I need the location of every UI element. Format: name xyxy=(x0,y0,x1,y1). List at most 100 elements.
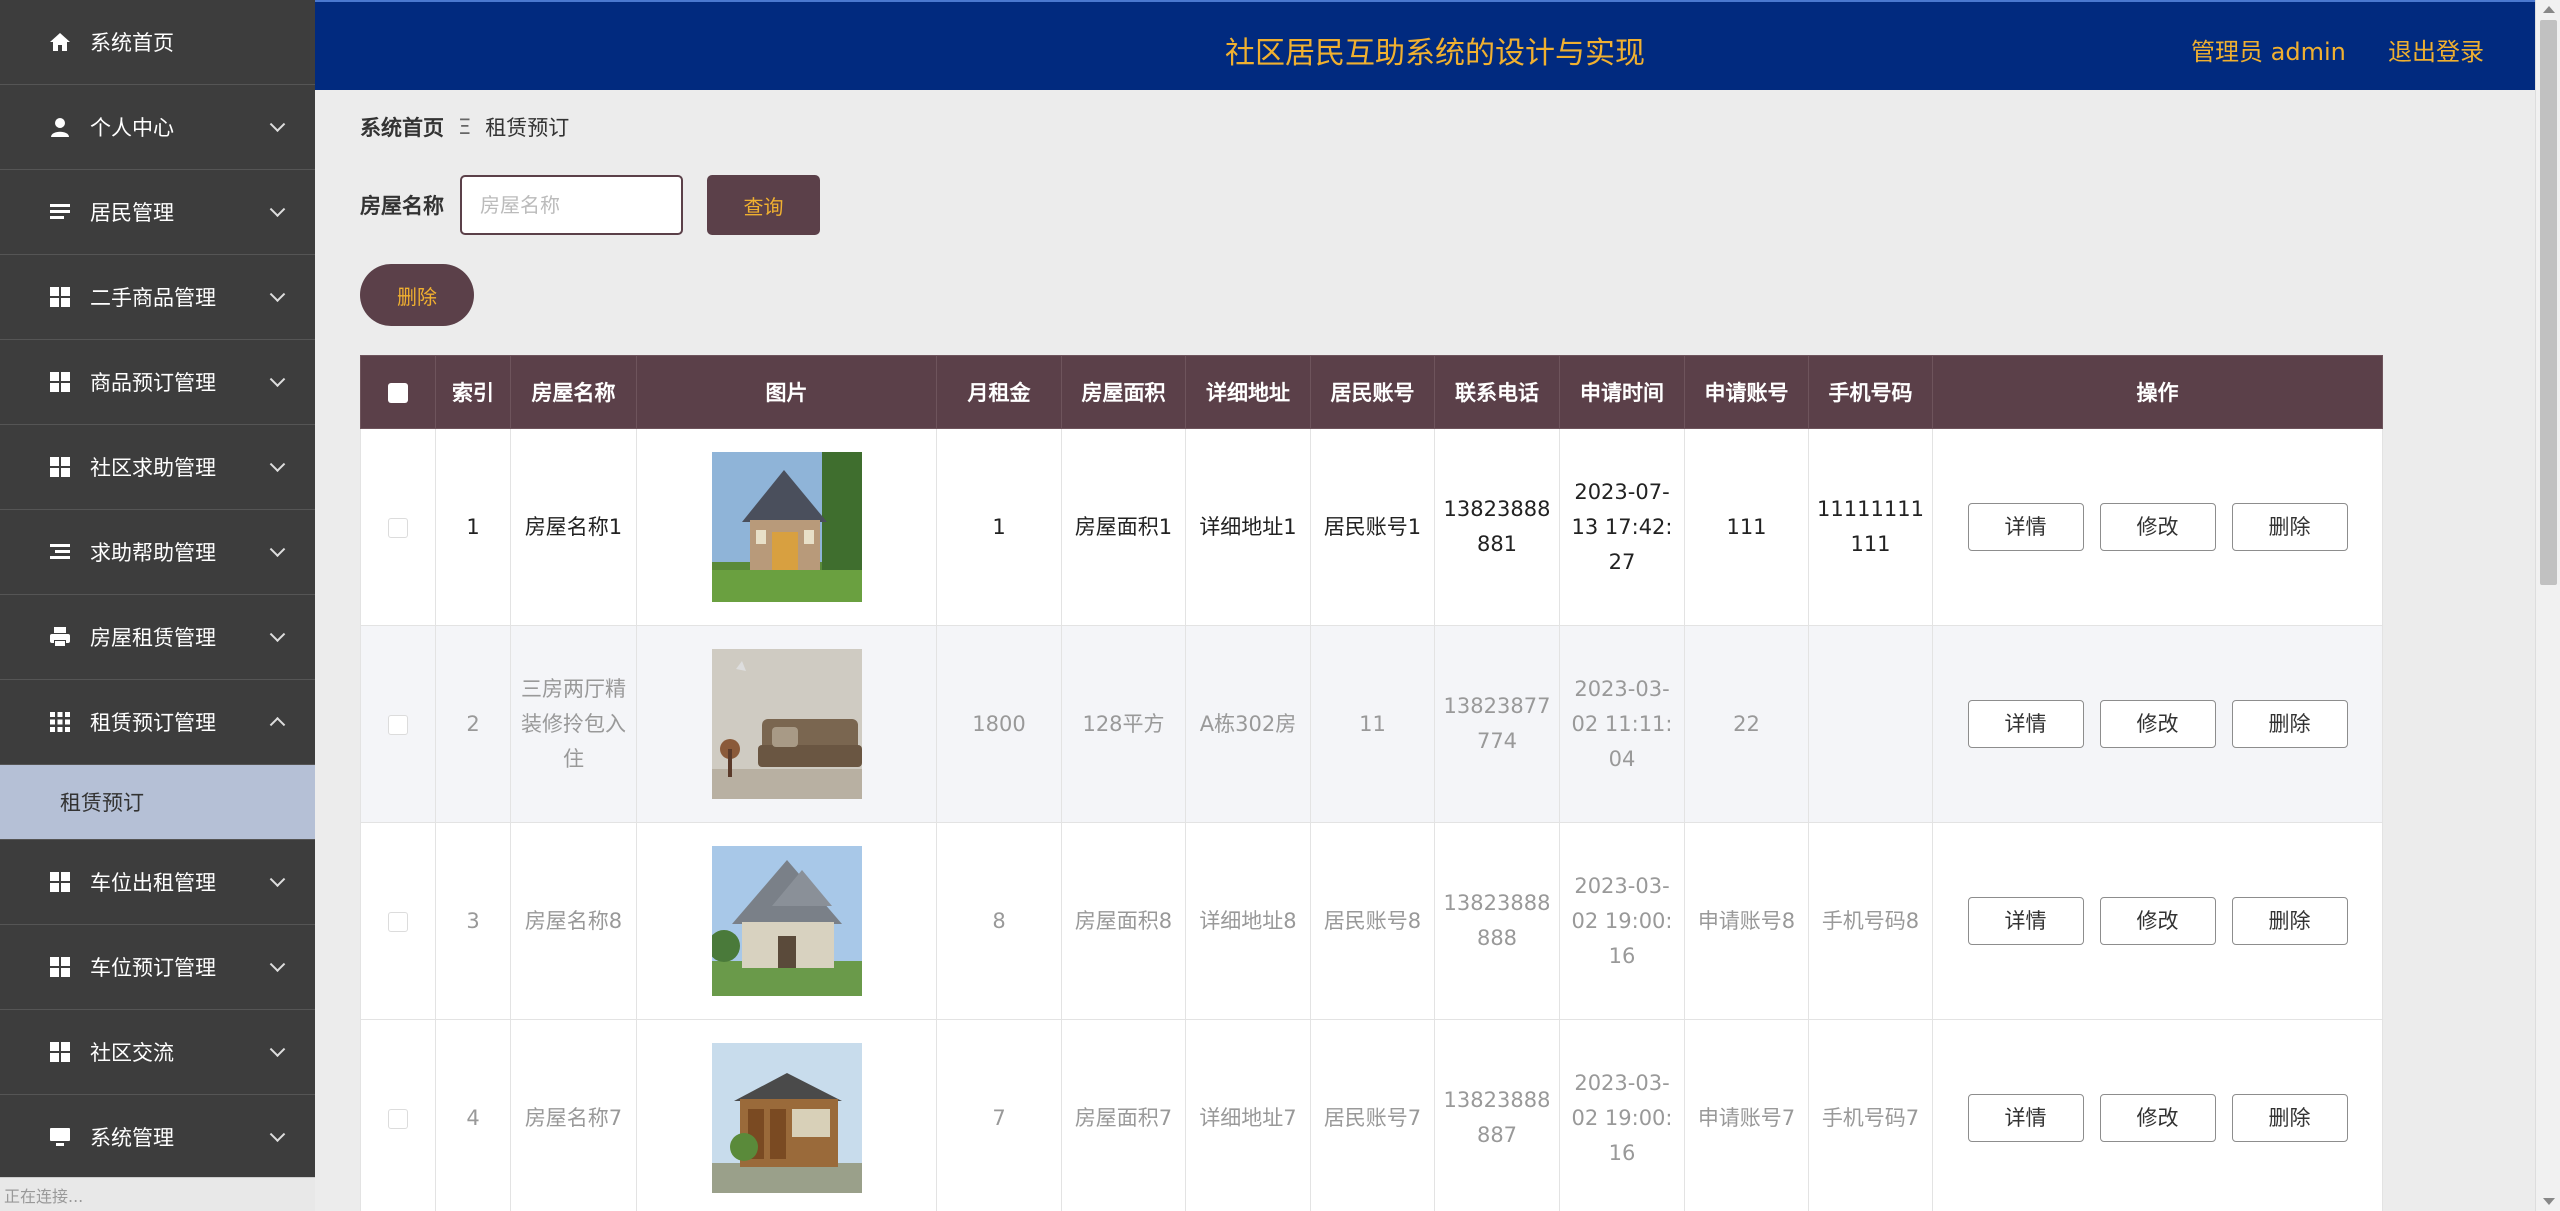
row-select-cell xyxy=(360,822,436,1020)
edit-button[interactable]: 修改 xyxy=(2099,1094,2216,1142)
phone-cell: 13823888888 xyxy=(1434,822,1560,1020)
sidebar-item-label: 系统首页 xyxy=(90,31,174,55)
chevron-down-icon xyxy=(269,626,286,643)
batch-delete-button[interactable]: 删除 xyxy=(360,264,474,326)
detail-button[interactable]: 详情 xyxy=(1967,503,2084,551)
column-header: 操作 xyxy=(1932,355,2383,429)
actions-cell: 详情 修改 删除 xyxy=(1932,822,2383,1020)
scroll-down-arrow-icon[interactable] xyxy=(2543,1198,2555,1205)
sidebar-item-label: 商品预订管理 xyxy=(90,371,216,395)
sidebar-item-label: 二手商品管理 xyxy=(90,286,216,310)
resident-account-cell: 居民账号8 xyxy=(1310,822,1435,1020)
sidebar-item-house-rental[interactable]: 房屋租赁管理 xyxy=(0,595,315,680)
chevron-down-icon xyxy=(269,201,286,218)
index-cell: 4 xyxy=(435,1019,511,1211)
area-cell: 房屋面积7 xyxy=(1061,1019,1186,1211)
chevron-down-icon xyxy=(269,871,286,888)
delete-button[interactable]: 删除 xyxy=(2231,897,2348,945)
column-header: 手机号码 xyxy=(1808,355,1933,429)
row-select-cell xyxy=(360,1019,436,1211)
sidebar-item-resident-management[interactable]: 居民管理 xyxy=(0,170,315,255)
sidebar-item-help-assist[interactable]: 求助帮助管理 xyxy=(0,510,315,595)
house-name-cell: 房屋名称7 xyxy=(510,1019,637,1211)
page-scrollbar[interactable] xyxy=(2535,0,2560,1211)
sidebar-item-secondhand-goods[interactable]: 二手商品管理 xyxy=(0,255,315,340)
scrollbar-thumb[interactable] xyxy=(2540,20,2557,585)
grid-icon xyxy=(48,455,72,479)
scroll-up-arrow-icon[interactable] xyxy=(2543,6,2555,13)
chevron-down-icon xyxy=(269,1041,286,1058)
actions-cell: 详情 修改 删除 xyxy=(1932,428,2383,626)
edit-button[interactable]: 修改 xyxy=(2099,700,2216,748)
grid-icon xyxy=(48,1040,72,1064)
house-photo xyxy=(711,452,862,602)
sidebar-item-rental-booking[interactable]: 租赁预订管理 xyxy=(0,680,315,765)
select-all-checkbox[interactable] xyxy=(388,383,408,403)
submenu-item-rental-booking[interactable]: 租赁预订 xyxy=(0,765,315,840)
mobile-cell: 手机号码7 xyxy=(1808,1019,1933,1211)
apply-time-cell: 2023-03-02 11:11:04 xyxy=(1559,625,1685,823)
breadcrumb-separator-icon: Ξ xyxy=(458,115,472,139)
sidebar-item-home[interactable]: 系统首页 xyxy=(0,0,315,85)
sidebar-item-community-help[interactable]: 社区求助管理 xyxy=(0,425,315,510)
edit-button[interactable]: 修改 xyxy=(2099,503,2216,551)
breadcrumb: 系统首页 Ξ 租赁预订 xyxy=(360,112,569,142)
sidebar-item-goods-booking[interactable]: 商品预订管理 xyxy=(0,340,315,425)
detail-button[interactable]: 详情 xyxy=(1967,1094,2084,1142)
sidebar-item-system-management[interactable]: 系统管理 xyxy=(0,1095,315,1180)
search-button[interactable]: 查询 xyxy=(707,175,820,235)
area-cell: 128平方 xyxy=(1061,625,1186,823)
column-header: 索引 xyxy=(435,355,511,429)
logout-link[interactable]: 退出登录 xyxy=(2388,32,2484,67)
delete-button[interactable]: 删除 xyxy=(2231,503,2348,551)
phone-cell: 13823888881 xyxy=(1434,428,1560,626)
address-cell: 详细地址1 xyxy=(1185,428,1311,626)
detail-button[interactable]: 详情 xyxy=(1967,897,2084,945)
apps-icon xyxy=(48,710,72,734)
breadcrumb-home[interactable]: 系统首页 xyxy=(360,112,444,142)
image-cell xyxy=(636,428,937,626)
sidebar-item-parking-rental[interactable]: 车位出租管理 xyxy=(0,840,315,925)
column-header: 月租金 xyxy=(936,355,1062,429)
row-select-cell xyxy=(360,428,436,626)
top-header: 社区居民互助系统的设计与实现 管理员 admin 退出登录 xyxy=(315,0,2535,90)
sidebar-item-label: 车位出租管理 xyxy=(90,871,216,895)
delete-button[interactable]: 删除 xyxy=(2231,700,2348,748)
house-name-cell: 房屋名称8 xyxy=(510,822,637,1020)
list-indent-icon xyxy=(48,540,72,564)
area-cell: 房屋面积8 xyxy=(1061,822,1186,1020)
house-photo xyxy=(711,649,862,799)
chevron-up-icon xyxy=(269,716,286,733)
user-icon xyxy=(48,115,72,139)
sidebar-item-personal-center[interactable]: 个人中心 xyxy=(0,85,315,170)
index-cell: 1 xyxy=(435,428,511,626)
sidebar-item-parking-booking[interactable]: 车位预订管理 xyxy=(0,925,315,1010)
row-checkbox[interactable] xyxy=(388,1108,408,1129)
detail-button[interactable]: 详情 xyxy=(1967,700,2084,748)
chevron-down-icon xyxy=(269,541,286,558)
area-cell: 房屋面积1 xyxy=(1061,428,1186,626)
sidebar-item-label: 求助帮助管理 xyxy=(90,541,216,565)
breadcrumb-current: 租赁预订 xyxy=(485,116,570,140)
column-header: 联系电话 xyxy=(1434,355,1560,429)
delete-button[interactable]: 删除 xyxy=(2231,1094,2348,1142)
sidebar-item-community-chat[interactable]: 社区交流 xyxy=(0,1010,315,1095)
table-row: 1 房屋名称1 1 房屋面积1 详细地址1 居民账号1 13823888881 … xyxy=(360,428,2383,626)
sidebar-item-label: 社区求助管理 xyxy=(90,456,216,480)
chevron-down-icon xyxy=(269,371,286,388)
chevron-down-icon xyxy=(269,286,286,303)
sidebar: 系统首页 个人中心 居民管理 二手商品管理 商品预订管理 社区求助管理 求助帮助… xyxy=(0,0,315,1211)
row-select-cell xyxy=(360,625,436,823)
search-input[interactable] xyxy=(460,175,683,235)
edit-button[interactable]: 修改 xyxy=(2099,897,2216,945)
row-checkbox[interactable] xyxy=(388,517,408,538)
sidebar-item-label: 个人中心 xyxy=(90,116,174,140)
row-checkbox[interactable] xyxy=(388,911,408,932)
applicant-account-cell: 申请账号7 xyxy=(1684,1019,1809,1211)
app-title: 社区居民互助系统的设计与实现 xyxy=(1225,36,1645,71)
house-photo xyxy=(711,846,862,996)
column-header: 申请账号 xyxy=(1684,355,1809,429)
row-checkbox[interactable] xyxy=(388,714,408,735)
home-icon xyxy=(48,30,72,54)
apply-time-cell: 2023-03-02 19:00:16 xyxy=(1559,1019,1685,1211)
